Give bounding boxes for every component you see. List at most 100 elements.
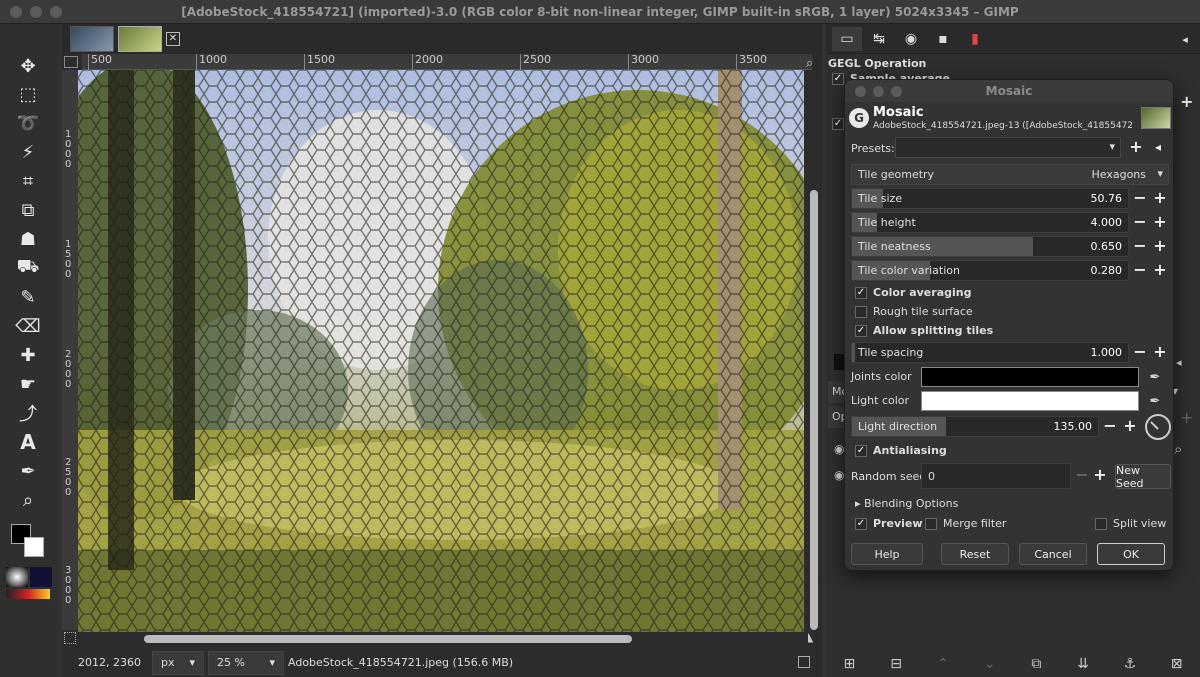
decrease-icon[interactable]: −	[1101, 417, 1119, 437]
decrease-icon[interactable]: −	[1073, 466, 1091, 486]
gradients-tab-icon[interactable]: ▮	[960, 27, 990, 51]
zoom-select[interactable]: 25 % ▾	[208, 650, 284, 675]
eye-icon[interactable]: ◉	[834, 442, 844, 456]
vertical-scrollbar[interactable]	[809, 70, 819, 632]
toggle-quick-mask-icon[interactable]	[64, 632, 76, 644]
image-canvas[interactable]	[78, 70, 804, 632]
navigation-preview-icon[interactable]	[798, 656, 810, 668]
quick-mask-icon[interactable]	[64, 56, 78, 68]
color-averaging-option[interactable]: ✓ Color averaging	[855, 286, 971, 299]
allow-splitting-option[interactable]: ✓ Allow splitting tiles	[855, 324, 993, 337]
paintbrush-tool-icon[interactable]: ✎	[12, 285, 44, 309]
help-button[interactable]: Help	[851, 543, 923, 565]
bucket-fill-tool-icon[interactable]: ⛟	[12, 256, 44, 280]
transform-tool-icon[interactable]: ⧉	[12, 198, 44, 222]
decrease-icon[interactable]: −	[1131, 261, 1149, 281]
light-direction-slider[interactable]: Light direction 135.00	[851, 416, 1099, 437]
blending-options-expander[interactable]: ▸ Blending Options	[855, 497, 958, 510]
decrease-icon[interactable]: −	[1131, 189, 1149, 209]
tile-geometry-row[interactable]: Tile geometry Hexagons ▾	[851, 164, 1169, 186]
decrease-icon[interactable]: −	[1131, 213, 1149, 233]
merge-layer-icon[interactable]: ⇊	[1060, 656, 1107, 672]
dock-menu-icon[interactable]: ◂	[1176, 356, 1182, 369]
joints-color-button[interactable]	[921, 367, 1139, 387]
split-view-option[interactable]: Split view	[1095, 517, 1166, 530]
smudge-tool-icon[interactable]: ☛	[12, 372, 44, 396]
color-picker-tool-icon[interactable]: ✒	[12, 459, 44, 483]
angle-dial[interactable]	[1145, 414, 1171, 440]
param-slider[interactable]: Tile height 4.000	[851, 212, 1129, 233]
new-layer-icon[interactable]: ⊞	[826, 656, 873, 672]
add-icon[interactable]: +	[1180, 92, 1196, 111]
heal-tool-icon[interactable]: ✚	[12, 343, 44, 367]
zoom-navigate-icon[interactable]: ⌕	[806, 56, 813, 71]
raise-layer-icon[interactable]: ⌃	[920, 656, 967, 672]
close-tab-icon[interactable]: ✕	[166, 32, 180, 46]
joints-color-picker-icon[interactable]: ✒	[1145, 367, 1165, 387]
delete-layer-icon[interactable]: ⊠	[1153, 656, 1200, 672]
zoom-tool-icon[interactable]: ⌕	[12, 488, 44, 512]
param-slider[interactable]: Tile neatness 0.650	[851, 236, 1129, 257]
anchor-layer-icon[interactable]: ⚓	[1107, 656, 1154, 672]
patterns-tab-icon[interactable]: ▪	[928, 27, 958, 51]
increase-icon[interactable]: +	[1151, 261, 1169, 281]
increase-icon[interactable]: +	[1151, 343, 1169, 363]
gradient-preview[interactable]	[6, 589, 50, 599]
slider-row[interactable]: Tile color variation 0.280− +	[851, 260, 1169, 282]
antialiasing-option[interactable]: ✓ Antialiasing	[855, 444, 947, 457]
tool-options-tab-icon[interactable]: ▭	[832, 27, 862, 51]
rect-select-tool-icon[interactable]: ⬚	[12, 82, 44, 106]
increase-icon[interactable]: +	[1151, 237, 1169, 257]
presets-combo[interactable]: ▾	[895, 137, 1121, 158]
param-slider[interactable]: Tile color variation 0.280	[851, 260, 1129, 281]
preview-option[interactable]: ✓ Preview	[855, 517, 923, 530]
param-slider[interactable]: Tile size 50.76	[851, 188, 1129, 209]
tile-geometry-combo[interactable]: Tile geometry Hexagons ▾	[851, 164, 1169, 185]
new-group-icon[interactable]: ⊟	[873, 656, 920, 672]
brushes-tab-icon[interactable]: ◉	[896, 27, 926, 51]
warp-tool-icon[interactable]: ☗	[12, 227, 44, 251]
light-direction-row[interactable]: Light direction 135.00 − +	[851, 414, 1171, 440]
slider-row[interactable]: Tile neatness 0.650− +	[851, 236, 1169, 258]
move-tool-icon[interactable]: ✥	[12, 54, 44, 78]
increase-icon[interactable]: +	[1151, 189, 1169, 209]
pattern-preview-icon[interactable]	[30, 567, 52, 587]
preset-menu-icon[interactable]: ◂	[1149, 138, 1167, 158]
lasso-tool-icon[interactable]: ➰	[12, 111, 44, 135]
slider-row[interactable]: Tile size 50.76− +	[851, 188, 1169, 210]
increase-icon[interactable]: +	[1091, 466, 1109, 486]
increase-icon[interactable]: +	[1151, 213, 1169, 233]
search-icon[interactable]: ⌕	[1174, 440, 1182, 458]
decrease-icon[interactable]: −	[1131, 237, 1149, 257]
background-color-swatch[interactable]	[24, 537, 44, 557]
eye-icon[interactable]: ◉	[834, 468, 844, 482]
fuzzy-select-tool-icon[interactable]: ⚡	[12, 140, 44, 164]
increase-icon[interactable]: +	[1121, 417, 1139, 437]
new-seed-button[interactable]: New Seed	[1115, 464, 1171, 490]
horizontal-scrollbar[interactable]	[82, 634, 808, 644]
tile-spacing-row[interactable]: Tile spacing 1.000 − +	[851, 342, 1169, 364]
text-tool-icon[interactable]: A	[12, 430, 44, 454]
check-icon[interactable]: ✓	[832, 118, 844, 130]
random-seed-input[interactable]: 0	[921, 463, 1071, 489]
add-icon[interactable]: +	[1180, 408, 1193, 427]
ok-button[interactable]: OK	[1097, 543, 1165, 565]
slider-row[interactable]: Tile height 4.000− +	[851, 212, 1169, 234]
light-color-picker-icon[interactable]: ✒	[1145, 391, 1165, 411]
lower-layer-icon[interactable]: ⌄	[966, 656, 1013, 672]
light-color-button[interactable]	[921, 391, 1139, 411]
cancel-button[interactable]: Cancel	[1019, 543, 1087, 565]
brush-preview-icon[interactable]	[6, 567, 28, 587]
merge-filter-option[interactable]: Merge filter	[925, 517, 1006, 530]
rough-tile-surface-option[interactable]: Rough tile surface	[855, 305, 973, 318]
device-status-tab-icon[interactable]: ↹	[864, 27, 894, 51]
unit-select[interactable]: px ▾	[152, 650, 204, 675]
tile-spacing-slider[interactable]: Tile spacing 1.000	[851, 342, 1129, 363]
eraser-tool-icon[interactable]: ⌫	[12, 314, 44, 338]
image-tab-1[interactable]	[70, 26, 114, 52]
image-tab-2[interactable]	[118, 26, 162, 52]
paths-tool-icon[interactable]: ⤴	[12, 401, 44, 425]
decrease-icon[interactable]: −	[1131, 343, 1149, 363]
duplicate-layer-icon[interactable]: ⧉	[1013, 656, 1060, 672]
add-preset-icon[interactable]: +	[1127, 138, 1145, 158]
